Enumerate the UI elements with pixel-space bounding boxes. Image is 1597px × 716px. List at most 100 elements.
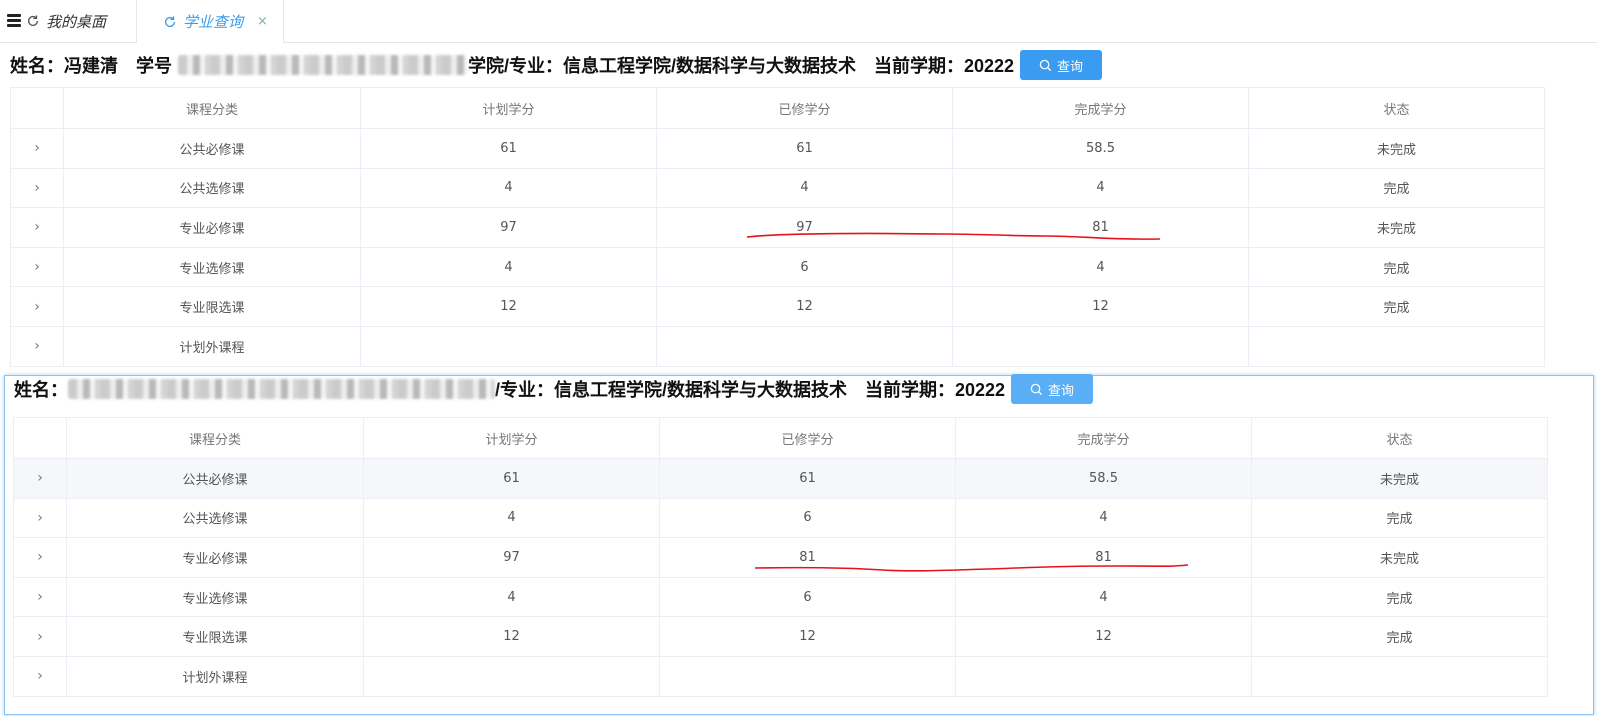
cell-category: 计划外课程	[63, 325, 361, 367]
table-header-row: 课程分类 计划学分 已修学分 完成学分 状态	[13, 417, 1548, 459]
student-info-row: 姓名： /专业：信息工程学院/数据科学与大数据技术 当前学期：20222 查询	[14, 373, 1094, 405]
table-row[interactable]: › 公共必修课 61 61 58.5 未完成	[10, 128, 1545, 169]
cell-category: 计划外课程	[66, 655, 364, 697]
cell-status	[1248, 325, 1545, 367]
table-row[interactable]: › 专业限选课 12 12 12 完成	[13, 616, 1548, 657]
search-icon	[1039, 59, 1052, 71]
table-row[interactable]: › 专业限选课 12 12 12 完成	[10, 286, 1545, 327]
table-row[interactable]: › 专业必修课 97 97 81 未完成	[10, 207, 1545, 248]
cell-done: 4	[952, 246, 1249, 288]
close-tab-icon[interactable]: ×	[257, 14, 268, 29]
header-expand	[10, 87, 64, 129]
cell-done: 4	[952, 167, 1249, 209]
cell-done	[952, 325, 1249, 367]
cell-status: 完成	[1251, 576, 1548, 618]
header-done-credits: 完成学分	[955, 417, 1252, 459]
expand-chevron-icon[interactable]: ›	[10, 286, 64, 327]
cell-status: 未完成	[1248, 128, 1545, 169]
table-row[interactable]: › 专业必修课 97 81 81 未完成	[13, 537, 1548, 578]
cell-plan: 4	[360, 246, 657, 288]
query-button-label: 查询	[1057, 59, 1084, 75]
expand-chevron-icon[interactable]: ›	[10, 167, 64, 209]
expand-chevron-icon[interactable]: ›	[13, 655, 67, 697]
table-row[interactable]: › 计划外课程	[13, 655, 1548, 697]
cell-status: 未完成	[1251, 458, 1548, 499]
cell-done: 58.5	[952, 128, 1249, 169]
header-done-credits: 完成学分	[952, 87, 1249, 129]
expand-chevron-icon[interactable]: ›	[10, 128, 64, 169]
cell-done: 81	[955, 537, 1252, 578]
query-button-label: 查询	[1048, 383, 1075, 399]
cell-plan: 97	[363, 537, 660, 578]
cell-plan	[360, 325, 657, 367]
cell-taken	[656, 325, 953, 367]
cell-status: 未完成	[1251, 537, 1548, 578]
credit-table: 课程分类 计划学分 已修学分 完成学分 状态 › 公共必修课 61 61 58.…	[13, 417, 1548, 697]
cell-status: 完成	[1248, 286, 1545, 327]
cell-category: 公共必修课	[66, 458, 364, 499]
table-row[interactable]: › 公共选修课 4 4 4 完成	[10, 167, 1545, 209]
cell-plan: 97	[360, 207, 657, 248]
tab-my-desktop[interactable]: 我的桌面	[26, 0, 106, 42]
query-button[interactable]: 查询	[1020, 50, 1103, 80]
cell-taken: 12	[659, 616, 956, 657]
header-category: 课程分类	[66, 417, 364, 459]
cell-category: 专业必修课	[66, 537, 364, 578]
student-no-label: 学号	[136, 56, 172, 76]
tab-academic-query[interactable]: 学业查询 ×	[136, 0, 284, 43]
header-taken-credits: 已修学分	[659, 417, 956, 459]
header-status: 状态	[1251, 417, 1548, 459]
redacted-student-info	[68, 379, 495, 399]
refresh-icon[interactable]	[163, 15, 177, 29]
cell-taken: 97	[656, 207, 953, 248]
header-plan-credits: 计划学分	[360, 87, 657, 129]
cell-done: 4	[955, 497, 1252, 539]
hamburger-menu-icon[interactable]	[7, 14, 21, 27]
refresh-icon[interactable]	[26, 14, 40, 28]
tab-my-desktop-label: 我的桌面	[46, 12, 107, 31]
cell-taken: 4	[656, 167, 953, 209]
redacted-student-no	[178, 55, 468, 75]
cell-plan: 4	[363, 497, 660, 539]
tab-academic-query-label: 学业查询	[183, 13, 244, 31]
cell-plan: 12	[360, 286, 657, 327]
expand-chevron-icon[interactable]: ›	[10, 325, 64, 367]
header-category: 课程分类	[63, 87, 361, 129]
expand-chevron-icon[interactable]: ›	[10, 246, 64, 288]
expand-chevron-icon[interactable]: ›	[13, 616, 67, 657]
cell-taken	[659, 655, 956, 697]
cell-category: 公共选修课	[66, 497, 364, 539]
cell-category: 专业必修课	[63, 207, 361, 248]
expand-chevron-icon[interactable]: ›	[13, 497, 67, 539]
header-expand	[13, 417, 67, 459]
cell-status: 完成	[1251, 497, 1548, 539]
student-name: 姓名：冯建清	[10, 56, 118, 76]
cell-status: 完成	[1248, 246, 1545, 288]
student-name-label: 姓名：	[14, 380, 68, 400]
table-row[interactable]: › 专业选修课 4 6 4 完成	[13, 576, 1548, 618]
cell-done: 58.5	[955, 458, 1252, 499]
header-status: 状态	[1248, 87, 1545, 129]
table-row[interactable]: › 专业选修课 4 6 4 完成	[10, 246, 1545, 288]
cell-plan: 4	[360, 167, 657, 209]
cell-category: 专业限选课	[63, 286, 361, 327]
current-term: 当前学期：20222	[874, 56, 1015, 76]
table-row[interactable]: › 计划外课程	[10, 325, 1545, 367]
cell-taken: 61	[656, 128, 953, 169]
cell-done: 81	[952, 207, 1249, 248]
query-button[interactable]: 查询	[1011, 374, 1094, 404]
table-row[interactable]: › 公共选修课 4 6 4 完成	[13, 497, 1548, 539]
expand-chevron-icon[interactable]: ›	[13, 458, 67, 499]
header-taken-credits: 已修学分	[656, 87, 953, 129]
cell-taken: 61	[659, 458, 956, 499]
cell-plan	[363, 655, 660, 697]
table-row[interactable]: › 公共必修课 61 61 58.5 未完成	[13, 458, 1548, 499]
expand-chevron-icon[interactable]: ›	[13, 537, 67, 578]
expand-chevron-icon[interactable]: ›	[10, 207, 64, 248]
college-major: /专业：信息工程学院/数据科学与大数据技术	[495, 380, 847, 400]
cell-status: 未完成	[1248, 207, 1545, 248]
cell-category: 公共必修课	[63, 128, 361, 169]
academic-panel-1: 姓名：冯建清 学号 学院/专业：信息工程学院/数据科学与大数据技术 当前学期：2…	[0, 43, 1597, 368]
cell-plan: 4	[363, 576, 660, 618]
expand-chevron-icon[interactable]: ›	[13, 576, 67, 618]
